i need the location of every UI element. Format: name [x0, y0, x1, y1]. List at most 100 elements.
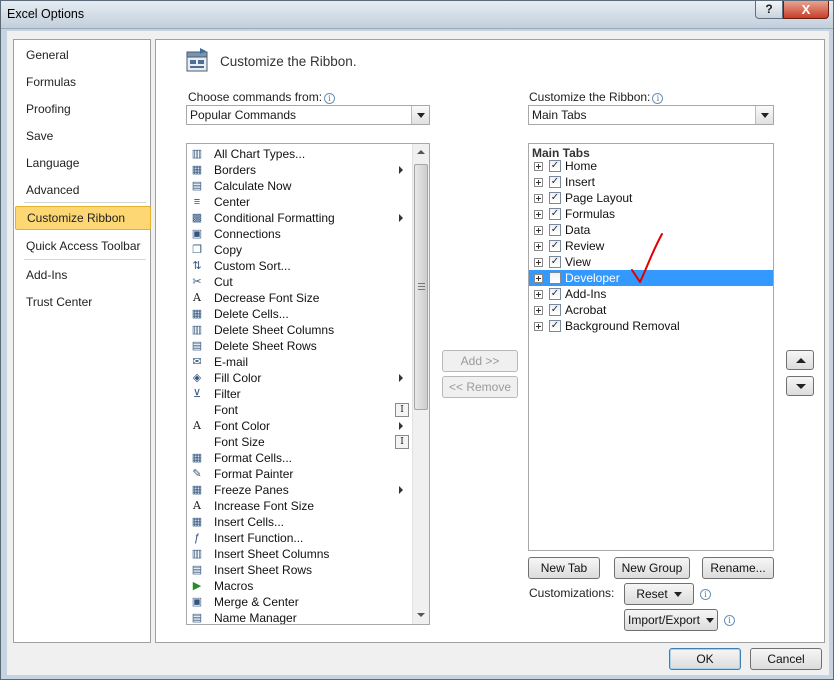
- commands-list[interactable]: ▥ All Chart Types... ▦ Borders ▤ Calculate No…: [186, 143, 430, 625]
- ribbon-tab-item[interactable]: ✓ Insert: [529, 174, 773, 190]
- command-item[interactable]: ▦ Borders: [187, 162, 427, 178]
- new-group-button[interactable]: New Group: [614, 557, 690, 579]
- ribbon-tab-item[interactable]: ✓ Home: [529, 158, 773, 174]
- command-label: Name Manager: [214, 611, 297, 625]
- new-tab-button[interactable]: New Tab: [528, 557, 600, 579]
- command-item[interactable]: ▶ Macros: [187, 578, 427, 594]
- command-item[interactable]: ▦ Freeze Panes: [187, 482, 427, 498]
- command-label: Filter: [214, 387, 241, 401]
- nav-item-proofing[interactable]: Proofing: [26, 99, 71, 119]
- command-item[interactable]: ▣ Merge & Center: [187, 594, 427, 610]
- command-item[interactable]: A Increase Font Size: [187, 498, 427, 514]
- command-item[interactable]: ▤ Insert Sheet Rows: [187, 562, 427, 578]
- nav-item-quick-access-toolbar[interactable]: Quick Access Toolbar: [26, 236, 141, 256]
- font-icon: [189, 402, 205, 418]
- rename-button[interactable]: Rename...: [702, 557, 774, 579]
- expand-icon[interactable]: [534, 258, 543, 267]
- expand-icon[interactable]: [534, 242, 543, 251]
- command-item[interactable]: ▦ Format Cells...: [187, 450, 427, 466]
- tab-checkbox[interactable]: ✓: [549, 176, 561, 188]
- command-item[interactable]: ▦ Insert Cells...: [187, 514, 427, 530]
- tab-checkbox[interactable]: ✓: [549, 224, 561, 236]
- ok-button[interactable]: OK: [669, 648, 741, 670]
- tab-checkbox[interactable]: ✓: [549, 192, 561, 204]
- command-item[interactable]: ≡ Center: [187, 194, 427, 210]
- command-item[interactable]: ▩ Conditional Formatting: [187, 210, 427, 226]
- close-button[interactable]: X: [783, 1, 829, 19]
- scrollbar-thumb[interactable]: [414, 164, 428, 410]
- import-export-button[interactable]: Import/Export: [624, 609, 718, 631]
- nav-item-add-ins[interactable]: Add-Ins: [26, 265, 67, 285]
- command-item[interactable]: ▣ Connections: [187, 226, 427, 242]
- command-label: Copy: [214, 243, 243, 257]
- command-item[interactable]: ✎ Format Painter: [187, 466, 427, 482]
- remove-button[interactable]: << Remove: [442, 376, 518, 398]
- nav-item-general[interactable]: General: [26, 45, 69, 65]
- commands-scrollbar[interactable]: [412, 144, 429, 624]
- command-item[interactable]: ❐ Copy: [187, 242, 427, 258]
- expand-icon[interactable]: [534, 290, 543, 299]
- command-item[interactable]: ✉ E-mail: [187, 354, 427, 370]
- cancel-button[interactable]: Cancel: [750, 648, 822, 670]
- command-item[interactable]: ▤ Delete Sheet Rows: [187, 338, 427, 354]
- nav-item-customize-ribbon[interactable]: Customize Ribbon: [15, 206, 151, 230]
- tab-checkbox[interactable]: ✓: [549, 208, 561, 220]
- tab-checkbox[interactable]: [549, 272, 561, 284]
- scroll-up-icon[interactable]: [413, 144, 429, 161]
- tab-checkbox[interactable]: ✓: [549, 240, 561, 252]
- chevron-down-icon[interactable]: [755, 106, 773, 124]
- expand-icon[interactable]: [534, 226, 543, 235]
- command-item[interactable]: Font I: [187, 402, 427, 418]
- nav-item-advanced[interactable]: Advanced: [26, 180, 79, 200]
- tab-checkbox[interactable]: ✓: [549, 320, 561, 332]
- command-item[interactable]: ▦ Delete Cells...: [187, 306, 427, 322]
- tab-checkbox[interactable]: ✓: [549, 304, 561, 316]
- nav-item-trust-center[interactable]: Trust Center: [26, 292, 92, 312]
- command-item[interactable]: ▥ All Chart Types...: [187, 146, 427, 162]
- command-item[interactable]: ▤ Name Manager: [187, 610, 427, 625]
- ribbon-tab-item[interactable]: ✓ Background Removal: [529, 318, 773, 334]
- expand-icon[interactable]: [534, 178, 543, 187]
- tab-checkbox[interactable]: ✓: [549, 288, 561, 300]
- move-down-button[interactable]: [786, 376, 814, 396]
- checkmark-annotation-icon: [631, 233, 663, 283]
- add-button[interactable]: Add >>: [442, 350, 518, 372]
- command-item[interactable]: ƒ Insert Function...: [187, 530, 427, 546]
- command-item[interactable]: Font Size I: [187, 434, 427, 450]
- nav-item-save[interactable]: Save: [26, 126, 53, 146]
- expand-icon[interactable]: [534, 274, 543, 283]
- help-button[interactable]: ?: [755, 1, 783, 19]
- nav-item-formulas[interactable]: Formulas: [26, 72, 76, 92]
- tab-checkbox[interactable]: ✓: [549, 160, 561, 172]
- calculator-icon: ▤: [191, 180, 203, 192]
- nav-item-language[interactable]: Language: [26, 153, 79, 173]
- command-item[interactable]: ▤ Calculate Now: [187, 178, 427, 194]
- title-bar[interactable]: Excel Options ? X: [1, 1, 833, 29]
- command-item[interactable]: ⊻ Filter: [187, 386, 427, 402]
- ribbon-tab-item[interactable]: ✓ Formulas: [529, 206, 773, 222]
- reset-button[interactable]: Reset: [624, 583, 694, 605]
- ribbon-tab-item[interactable]: ✓ Add-Ins: [529, 286, 773, 302]
- customize-ribbon-combo[interactable]: Main Tabs: [528, 105, 774, 125]
- tab-checkbox[interactable]: ✓: [549, 256, 561, 268]
- command-item[interactable]: ⇅ Custom Sort...: [187, 258, 427, 274]
- command-item[interactable]: A Font Color: [187, 418, 427, 434]
- command-item[interactable]: ▥ Insert Sheet Columns: [187, 546, 427, 562]
- move-up-button[interactable]: [786, 350, 814, 370]
- scroll-down-icon[interactable]: [413, 607, 429, 624]
- ribbon-tabs-tree[interactable]: Main Tabs ✓ Home ✓ Insert ✓ Page Layout ✓ Formu…: [528, 143, 774, 551]
- chevron-down-icon[interactable]: [411, 106, 429, 124]
- expand-icon[interactable]: [534, 162, 543, 171]
- text-box-icon: I: [395, 435, 409, 449]
- ribbon-tab-item[interactable]: ✓ Acrobat: [529, 302, 773, 318]
- command-item[interactable]: ▥ Delete Sheet Columns: [187, 322, 427, 338]
- command-item[interactable]: ◈ Fill Color: [187, 370, 427, 386]
- expand-icon[interactable]: [534, 194, 543, 203]
- expand-icon[interactable]: [534, 306, 543, 315]
- expand-icon[interactable]: [534, 322, 543, 331]
- expand-icon[interactable]: [534, 210, 543, 219]
- command-item[interactable]: ✂ Cut: [187, 274, 427, 290]
- command-item[interactable]: A Decrease Font Size: [187, 290, 427, 306]
- choose-commands-combo[interactable]: Popular Commands: [186, 105, 430, 125]
- ribbon-tab-item[interactable]: ✓ Page Layout: [529, 190, 773, 206]
